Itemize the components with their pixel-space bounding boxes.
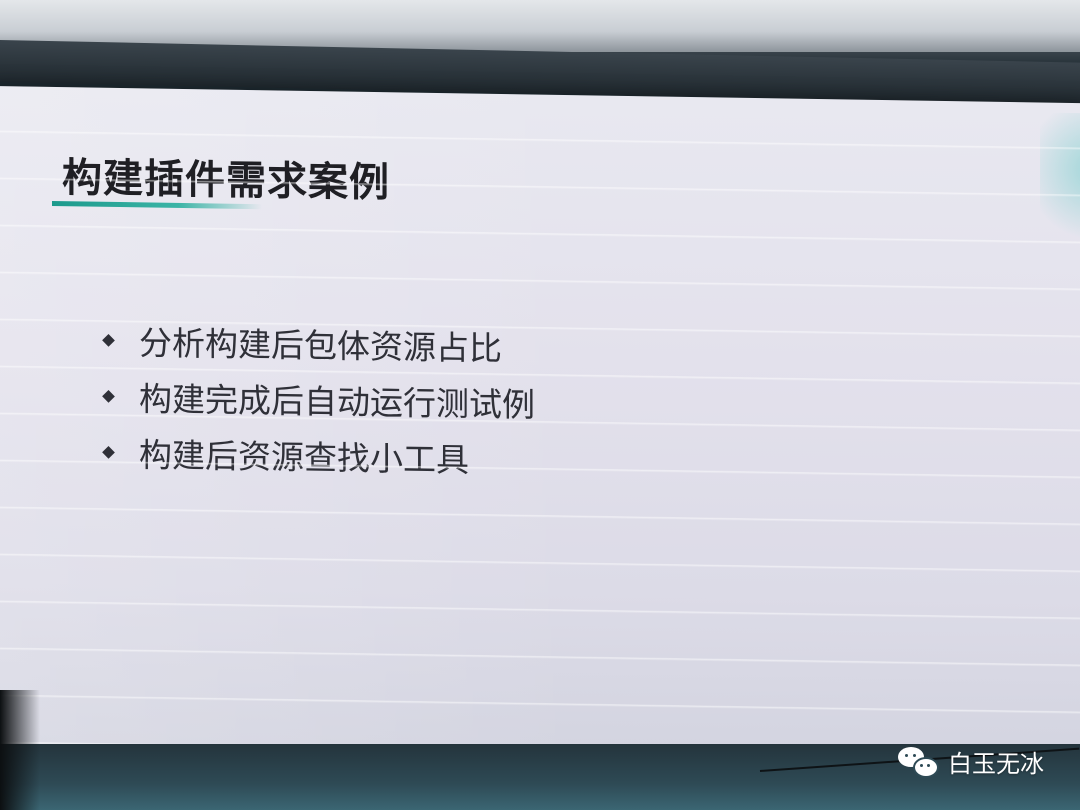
diamond-bullet-icon: [102, 389, 115, 403]
bullet-item: 构建后资源查找小工具: [102, 424, 535, 487]
watermark: 白玉无冰: [898, 744, 1044, 779]
wechat-icon: [898, 745, 939, 779]
bullet-text: 构建完成后自动运行测试例: [139, 379, 535, 425]
foreground-shadow: [0, 690, 40, 810]
photo-scene: 构建插件需求案例 分析构建后包体资源占比 构建完成后自动运行测试例 构建后资源查…: [0, 0, 1080, 810]
bullet-text: 构建后资源查找小工具: [139, 435, 469, 480]
slide-title: 构建插件需求案例: [62, 155, 390, 207]
diamond-bullet-icon: [102, 445, 115, 459]
bullet-item: 分析构建后包体资源占比: [102, 312, 535, 375]
slide-decoration: [1040, 112, 1080, 254]
diamond-bullet-icon: [102, 333, 115, 347]
bullet-text: 分析构建后包体资源占比: [139, 323, 502, 369]
projection-screen: 构建插件需求案例 分析构建后包体资源占比 构建完成后自动运行测试例 构建后资源查…: [0, 86, 1080, 764]
bullet-list: 分析构建后包体资源占比 构建完成后自动运行测试例 构建后资源查找小工具: [102, 312, 535, 487]
watermark-text: 白玉无冰: [948, 750, 1044, 778]
bullet-item: 构建完成后自动运行测试例: [102, 368, 535, 431]
